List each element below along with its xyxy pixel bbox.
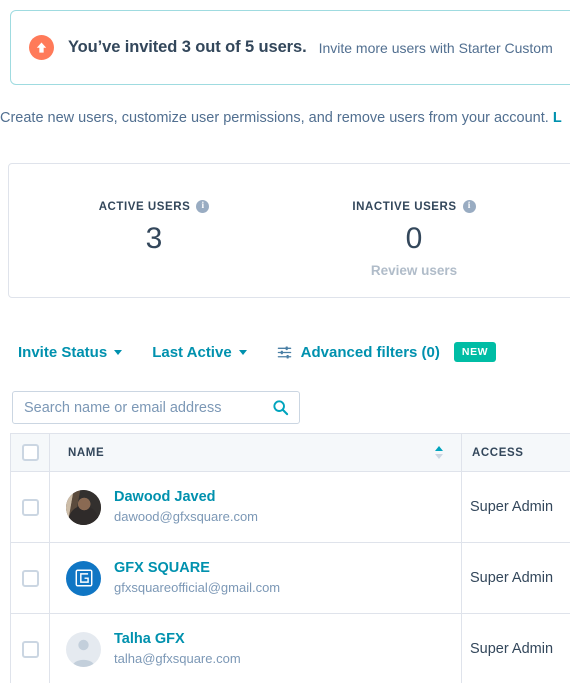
avatar <box>66 489 101 525</box>
avatar <box>66 560 101 596</box>
row-checkbox[interactable] <box>21 569 39 587</box>
user-name-link[interactable]: Dawood Javed <box>114 488 258 506</box>
search-box[interactable] <box>12 391 300 424</box>
row-select-cell[interactable] <box>11 543 50 613</box>
user-email: gfxsquareofficial@gmail.com <box>114 579 281 595</box>
row-name-cell: Talha GFX talha@gfxsquare.com <box>50 614 462 683</box>
users-settings-page: You’ve invited 3 out of 5 users. Invite … <box>0 0 570 683</box>
inactive-users-label: INACTIVE USERS <box>352 200 457 213</box>
user-identity: GFX SQUARE gfxsquareofficial@gmail.com <box>114 559 280 598</box>
table-header-row: NAME ACCESS <box>11 434 570 472</box>
filter-invite-status[interactable]: Invite Status <box>18 343 123 361</box>
search-icon[interactable] <box>272 399 289 416</box>
table-row: GFX SQUARE gfxsquareofficial@gmail.com S… <box>11 543 570 614</box>
row-access-cell: Super Admin <box>462 472 570 542</box>
row-checkbox[interactable] <box>21 498 39 516</box>
sort-descending-icon <box>435 454 443 459</box>
row-checkbox[interactable] <box>21 640 39 658</box>
sort-toggle-icon[interactable] <box>435 446 443 459</box>
filter-invite-status-label: Invite Status <box>18 343 108 361</box>
advanced-filters-button[interactable]: Advanced filters (0) <box>277 344 440 361</box>
select-all-checkbox[interactable] <box>21 444 39 461</box>
table-row: Talha GFX talha@gfxsquare.com Super Admi… <box>11 614 570 683</box>
sort-ascending-icon <box>435 446 443 451</box>
user-name-link[interactable]: GFX SQUARE <box>114 559 280 577</box>
users-table: NAME ACCESS Dawood Javed dawood@gfxsquar… <box>10 433 570 683</box>
learn-more-link[interactable]: L <box>553 110 562 126</box>
column-header-access[interactable]: ACCESS <box>462 434 570 471</box>
access-value: Super Admin <box>470 499 554 515</box>
page-description-text: Create new users, customize user permiss… <box>0 110 553 126</box>
select-all-cell[interactable] <box>11 434 50 471</box>
access-value: Super Admin <box>470 641 554 657</box>
filter-last-active[interactable]: Last Active <box>152 343 247 361</box>
page-description: Create new users, customize user permiss… <box>0 110 570 126</box>
row-access-cell: Super Admin <box>462 614 570 683</box>
inactive-users-value: 0 <box>405 222 423 255</box>
filter-last-active-label: Last Active <box>152 343 232 361</box>
search-input[interactable] <box>24 399 272 416</box>
user-identity: Talha GFX talha@gfxsquare.com <box>114 630 241 669</box>
column-header-name-label: NAME <box>68 446 105 459</box>
user-name-link[interactable]: Talha GFX <box>114 630 241 648</box>
row-access-cell: Super Admin <box>462 543 570 613</box>
active-users-value: 3 <box>145 222 163 255</box>
row-select-cell[interactable] <box>11 472 50 542</box>
advanced-filters-label: Advanced filters (0) <box>300 343 440 361</box>
row-name-cell: Dawood Javed dawood@gfxsquare.com <box>50 472 462 542</box>
column-header-name[interactable]: NAME <box>50 434 462 471</box>
sliders-icon <box>277 345 292 360</box>
invite-limit-banner: You’ve invited 3 out of 5 users. Invite … <box>10 10 570 85</box>
row-select-cell[interactable] <box>11 614 50 683</box>
column-header-access-label: ACCESS <box>472 446 524 459</box>
chevron-down-icon <box>114 349 123 355</box>
inactive-users-stat: INACTIVE USERS i 0 Review users <box>319 198 509 278</box>
review-users-link[interactable]: Review users <box>319 263 509 278</box>
user-stats-card: ACTIVE USERS i 3 INACTIVE USERS i 0 Review… <box>8 163 570 298</box>
arrow-up-circle-icon <box>29 35 54 60</box>
active-users-stat: ACTIVE USERS i 3 <box>59 198 249 255</box>
banner-headline: You’ve invited 3 out of 5 users. <box>68 38 307 56</box>
user-email: talha@gfxsquare.com <box>114 650 241 666</box>
avatar-placeholder-icon <box>66 631 101 667</box>
filter-bar: Invite Status Last Active Advanced filte… <box>18 342 497 362</box>
table-row: Dawood Javed dawood@gfxsquare.com Super … <box>11 472 570 543</box>
access-value: Super Admin <box>470 570 554 586</box>
chevron-down-icon <box>238 349 247 355</box>
new-badge: NEW <box>453 342 497 362</box>
user-identity: Dawood Javed dawood@gfxsquare.com <box>114 488 258 527</box>
active-users-label: ACTIVE USERS <box>98 200 191 213</box>
row-name-cell: GFX SQUARE gfxsquareofficial@gmail.com <box>50 543 462 613</box>
banner-subtext: Invite more users with Starter Custom <box>318 39 553 56</box>
user-email: dawood@gfxsquare.com <box>114 508 258 524</box>
info-icon[interactable]: i <box>462 200 476 214</box>
info-icon[interactable]: i <box>196 200 210 214</box>
